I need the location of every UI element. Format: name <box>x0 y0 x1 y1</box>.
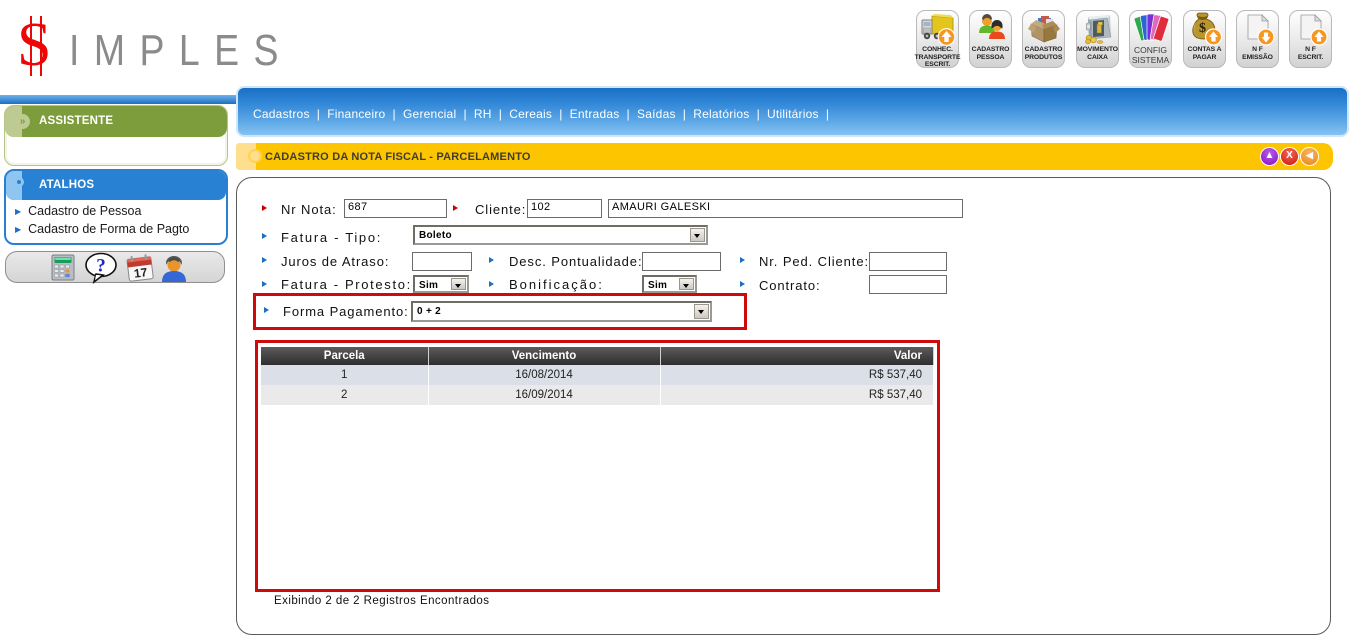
svg-text:17: 17 <box>133 265 148 281</box>
svg-text:?: ? <box>96 256 106 277</box>
svg-text:$: $ <box>1199 21 1206 36</box>
